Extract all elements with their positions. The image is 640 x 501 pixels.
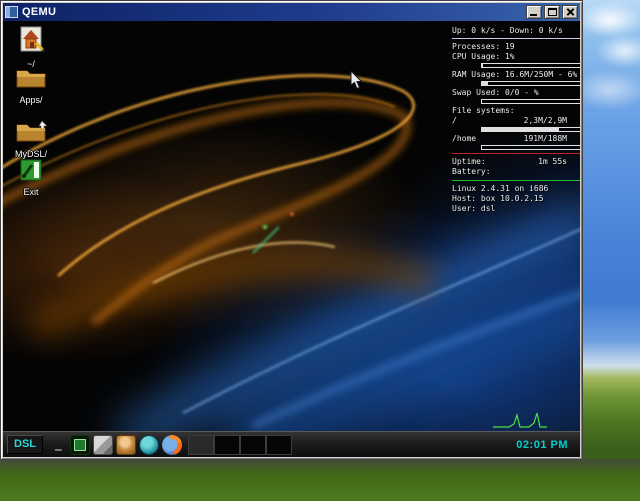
ram-usage: RAM Usage: 16.6M/250M - 6%	[452, 70, 578, 79]
iconified-window-marker[interactable]: _	[55, 438, 62, 451]
maximize-icon	[548, 8, 557, 16]
net-speed: Up: 0 k/s - Down: 0 k/s	[452, 26, 563, 35]
firefox-icon[interactable]	[161, 434, 182, 455]
minimize-button[interactable]	[526, 5, 542, 19]
folder-icon	[16, 70, 46, 88]
maximize-button[interactable]	[544, 5, 560, 19]
taskbar-clock: 02:01 PM	[516, 438, 568, 451]
cpu-history-graph	[493, 412, 547, 428]
host-info: Host: box 10.0.2.15	[452, 194, 544, 203]
globe-icon[interactable]	[138, 434, 159, 455]
uptime-row: Uptime: 1m 55s	[452, 157, 580, 167]
fs-usage: 2,3M/2,9M	[523, 116, 567, 125]
fs-root-row: / 2,3M/2,9M	[452, 116, 580, 126]
window-title: QEMU	[22, 6, 57, 18]
figure-icon[interactable]	[115, 434, 136, 455]
cpu-usage: CPU Usage: 1%	[452, 52, 515, 61]
swap-usage: Swap Used: 0/0 - %	[452, 88, 539, 97]
terminal-icon[interactable]	[69, 434, 90, 455]
qemu-vm-display[interactable]: ~/ Apps/ MyDSL/ Exit Up: 0 k/s - Down: 0…	[3, 21, 580, 457]
desktop-icon-home[interactable]: ~/	[7, 25, 55, 69]
cpu-bar	[481, 63, 580, 68]
taskbar-launchers	[69, 434, 182, 455]
package-icon[interactable]	[92, 434, 113, 455]
desktop-icon-label: Exit	[23, 187, 39, 197]
dsl-taskbar: DSL _ 02:01 PM	[3, 431, 580, 457]
kernel-info: Linux 2.4.31 on i686	[452, 184, 549, 193]
desktop-icon-apps[interactable]: Apps/	[7, 65, 55, 105]
fs-header: File systems:	[452, 106, 515, 115]
desktop-icon-mydsl[interactable]: MyDSL/	[7, 119, 55, 159]
system-monitor: Up: 0 k/s - Down: 0 k/s Processes: 19 CP…	[452, 26, 580, 214]
cloud	[595, 34, 640, 68]
dsl-desktop[interactable]: ~/ Apps/ MyDSL/ Exit Up: 0 k/s - Down: 0…	[3, 21, 580, 431]
red-separator-rule	[452, 153, 580, 154]
mouse-cursor	[350, 71, 363, 90]
workspace-cell-2[interactable]	[213, 434, 240, 455]
workspace-cell-1[interactable]	[187, 434, 214, 455]
green-separator-rule	[452, 180, 580, 181]
separator-rule	[452, 38, 580, 39]
minimize-icon	[530, 14, 537, 16]
workspace-pager	[187, 434, 292, 455]
close-button[interactable]	[562, 5, 578, 19]
exit-icon	[20, 159, 42, 181]
uptime-label: Uptime:	[452, 157, 486, 166]
fs-root-bar	[481, 127, 580, 132]
workspace-cell-3[interactable]	[239, 434, 266, 455]
fs-mount: /	[452, 116, 457, 125]
fs-mount: /home	[452, 134, 477, 143]
desktop-icon-exit[interactable]: Exit	[7, 159, 55, 197]
qemu-window-icon	[5, 6, 18, 18]
user-info: User: dsl	[452, 204, 496, 213]
folder-icon	[16, 120, 48, 142]
fs-home-bar	[481, 145, 580, 150]
desktop-icon-label: MyDSL/	[14, 149, 47, 159]
fs-home-row: /home 191M/188M	[452, 134, 580, 144]
xp-desktop-wallpaper: QEMU ~/ Apps/ MyDSL/ Exit Up: 0 k/s - Do…	[0, 0, 640, 501]
desktop-icon-label: Apps/	[19, 95, 43, 105]
fs-usage: 191M/188M	[523, 134, 567, 143]
cloud	[575, 2, 640, 38]
meadow-shadow-band	[0, 459, 640, 474]
qemu-titlebar[interactable]: QEMU	[3, 3, 580, 21]
swap-bar	[481, 99, 580, 104]
process-count: Processes: 19	[452, 42, 515, 51]
home-icon	[20, 26, 45, 52]
qemu-window: QEMU ~/ Apps/ MyDSL/ Exit Up: 0 k/s - Do…	[0, 0, 583, 460]
ram-bar	[481, 81, 580, 86]
workspace-cell-4[interactable]	[265, 434, 292, 455]
battery-row: Battery:	[452, 167, 491, 176]
workspace-label[interactable]: DSL	[7, 435, 43, 454]
uptime-value: 1m 55s	[538, 157, 567, 166]
